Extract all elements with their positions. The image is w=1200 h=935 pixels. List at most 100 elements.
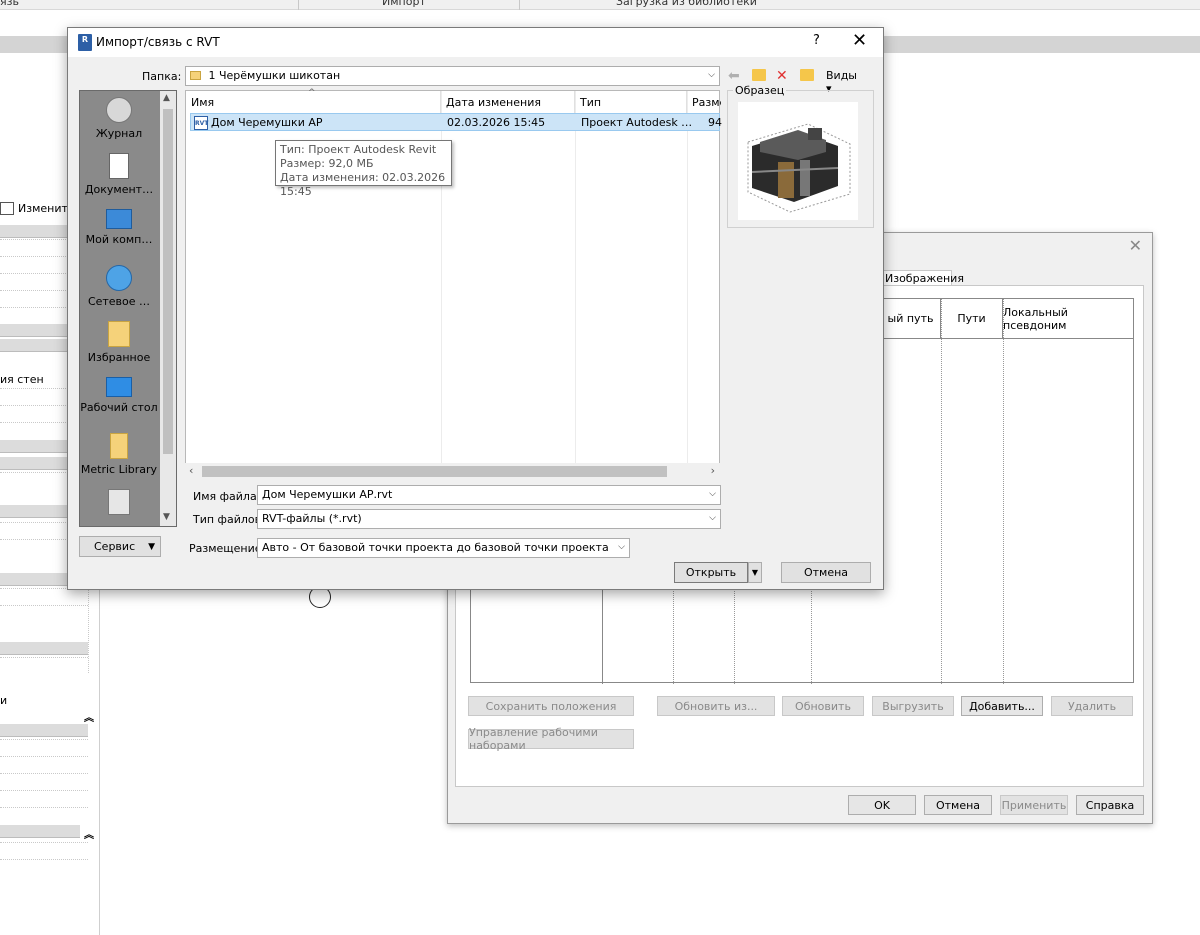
ok-button[interactable]: OK (848, 795, 916, 815)
file-list: Имя Дата изменения Тип Разме ^ RVT Дом Ч… (185, 88, 722, 480)
reload-button[interactable]: Обновить (782, 696, 864, 716)
property-label: ия стен (0, 373, 44, 386)
place-desktop[interactable]: Рабочий стол (80, 377, 158, 414)
folder-value: 1 Черёмушки шикотан (208, 69, 341, 82)
filetype-combo[interactable]: RVT-файлы (*.rvt) ⌵ (257, 509, 721, 529)
ribbon-separator (519, 0, 520, 10)
filename-value: Дом Черемушки АР.rvt (262, 488, 393, 501)
ribbon-tab-import[interactable]: Импорт (382, 0, 426, 8)
folder-icon (190, 71, 201, 80)
place-extra[interactable] (80, 489, 158, 519)
close-icon[interactable]: ✕ (852, 30, 867, 51)
placement-label: Размещение: (189, 542, 266, 555)
property-row[interactable] (0, 605, 88, 622)
property-row[interactable] (0, 739, 88, 756)
scroll-thumb[interactable] (202, 466, 667, 477)
save-positions-button[interactable]: Сохранить положения (468, 696, 634, 716)
property-label: и (0, 694, 8, 707)
documents-icon (109, 153, 129, 179)
column-header-paths[interactable]: Пути (941, 299, 1003, 339)
help-icon[interactable]: ? (813, 33, 820, 48)
place-network[interactable]: Сетевое … (80, 265, 158, 308)
property-row[interactable] (0, 807, 88, 824)
folder-combo[interactable]: 1 Черёмушки шикотан ⌵ (185, 66, 720, 86)
ribbon-tab-library[interactable]: Загрузка из библиотеки (616, 0, 757, 8)
tooltip-date: Дата изменения: 02.03.2026 15:45 (280, 171, 446, 198)
cancel-button[interactable]: Отмена (924, 795, 992, 815)
chevron-down-icon[interactable]: ⌵ (709, 513, 716, 523)
column-header-path[interactable]: ый путь (881, 299, 941, 339)
back-icon[interactable]: ⬅ (728, 68, 740, 84)
file-row[interactable]: RVT Дом Черемушки АР 02.03.2026 15:45 Пр… (190, 113, 722, 131)
file-list-hscroll[interactable]: ‹ › (185, 463, 720, 480)
up-folder-icon[interactable] (752, 69, 766, 81)
collapse-chevron-icon[interactable]: ︽ (84, 826, 94, 841)
import-link-rvt-dialog: R Импорт/связь с RVT ? ✕ Папка: 1 Черёму… (67, 27, 884, 590)
place-favorites[interactable]: Избранное (80, 321, 158, 364)
preview-thumbnail (738, 102, 858, 220)
property-row[interactable] (0, 657, 88, 674)
property-row[interactable] (0, 859, 88, 876)
placement-combo[interactable]: Авто - От базовой точки проекта до базов… (257, 538, 630, 558)
file-tooltip: Тип: Проект Autodesk Revit Размер: 92,0 … (275, 140, 452, 198)
place-metric-library[interactable]: Metric Library (80, 433, 158, 476)
place-history[interactable]: Журнал (80, 97, 158, 140)
manage-worksets-button[interactable]: Управление рабочими наборами (468, 726, 634, 752)
place-documents[interactable]: Документ… (80, 153, 158, 196)
add-button[interactable]: Добавить... (961, 696, 1043, 716)
chevron-down-icon[interactable]: ⌵ (709, 489, 716, 499)
filename-label: Имя файла: (193, 490, 261, 503)
delete-icon[interactable]: ✕ (776, 68, 788, 84)
open-button[interactable]: Открыть (674, 562, 748, 583)
scroll-up-icon[interactable]: ▲ (163, 93, 170, 103)
cancel-button[interactable]: Отмена (781, 562, 871, 583)
property-row[interactable] (0, 842, 88, 859)
chevron-down-icon[interactable]: ⌵ (708, 70, 715, 80)
reload-from-button[interactable]: Обновить из... (657, 696, 775, 716)
network-icon (106, 265, 132, 291)
scroll-left-icon[interactable]: ‹ (189, 464, 193, 477)
ribbon-strip: язь Импорт Загрузка из библиотеки (0, 0, 1200, 10)
column-header-alias[interactable]: Локальный псевдоним (1003, 299, 1133, 339)
placement-value: Авто - От базовой точки проекта до базов… (262, 541, 609, 554)
network-folder-icon (108, 489, 130, 515)
scroll-down-icon[interactable]: ▼ (163, 512, 170, 522)
property-row[interactable] (0, 790, 88, 807)
tooltip-size: Размер: 92,0 МБ (280, 157, 374, 170)
service-button[interactable]: Сервис ▼ (79, 536, 161, 557)
title-bar: R Импорт/связь с RVT ? ✕ (68, 28, 883, 57)
property-row[interactable] (0, 588, 88, 605)
panel-group-header (0, 825, 80, 838)
column-header-date[interactable]: Дата изменения (441, 91, 575, 113)
close-icon[interactable]: ✕ (1129, 236, 1142, 255)
unload-button[interactable]: Выгрузить (872, 696, 954, 716)
ribbon-tab-link[interactable]: язь (0, 0, 19, 8)
open-dropdown-icon[interactable]: ▼ (748, 562, 762, 583)
column-header-size[interactable]: Разме (687, 91, 721, 113)
edit-label: Изменить (18, 202, 75, 215)
places-bar: Журнал Документ… Мой комп… Сетевое … Изб… (79, 90, 177, 527)
property-row[interactable] (0, 756, 88, 773)
service-label: Сервис (94, 540, 136, 553)
scroll-right-icon[interactable]: › (711, 464, 715, 477)
folder-label: Папка: (142, 70, 182, 83)
filename-input[interactable]: Дом Черемушки АР.rvt ⌵ (257, 485, 721, 505)
edit-type-button[interactable]: Изменить (0, 202, 74, 215)
column-divider (88, 588, 98, 673)
file-name: Дом Черемушки АР (211, 116, 323, 129)
apply-button[interactable]: Применить (1000, 795, 1068, 815)
scroll-thumb[interactable] (163, 109, 173, 454)
places-scrollbar[interactable]: ▲ ▼ (160, 91, 176, 526)
help-button[interactable]: Справка (1076, 795, 1144, 815)
new-folder-icon[interactable] (800, 69, 814, 81)
dialog-title: Импорт/связь с RVT (96, 35, 220, 49)
remove-button[interactable]: Удалить (1051, 696, 1133, 716)
chevron-down-icon[interactable]: ⌵ (618, 542, 625, 552)
place-my-computer[interactable]: Мой комп… (80, 209, 158, 246)
collapse-chevron-icon[interactable]: ︽ (84, 709, 94, 724)
column-header-type[interactable]: Тип (575, 91, 687, 113)
panel-group-header (0, 642, 88, 655)
computer-icon (106, 209, 132, 229)
folder-icon (110, 433, 128, 459)
property-row[interactable] (0, 773, 88, 790)
